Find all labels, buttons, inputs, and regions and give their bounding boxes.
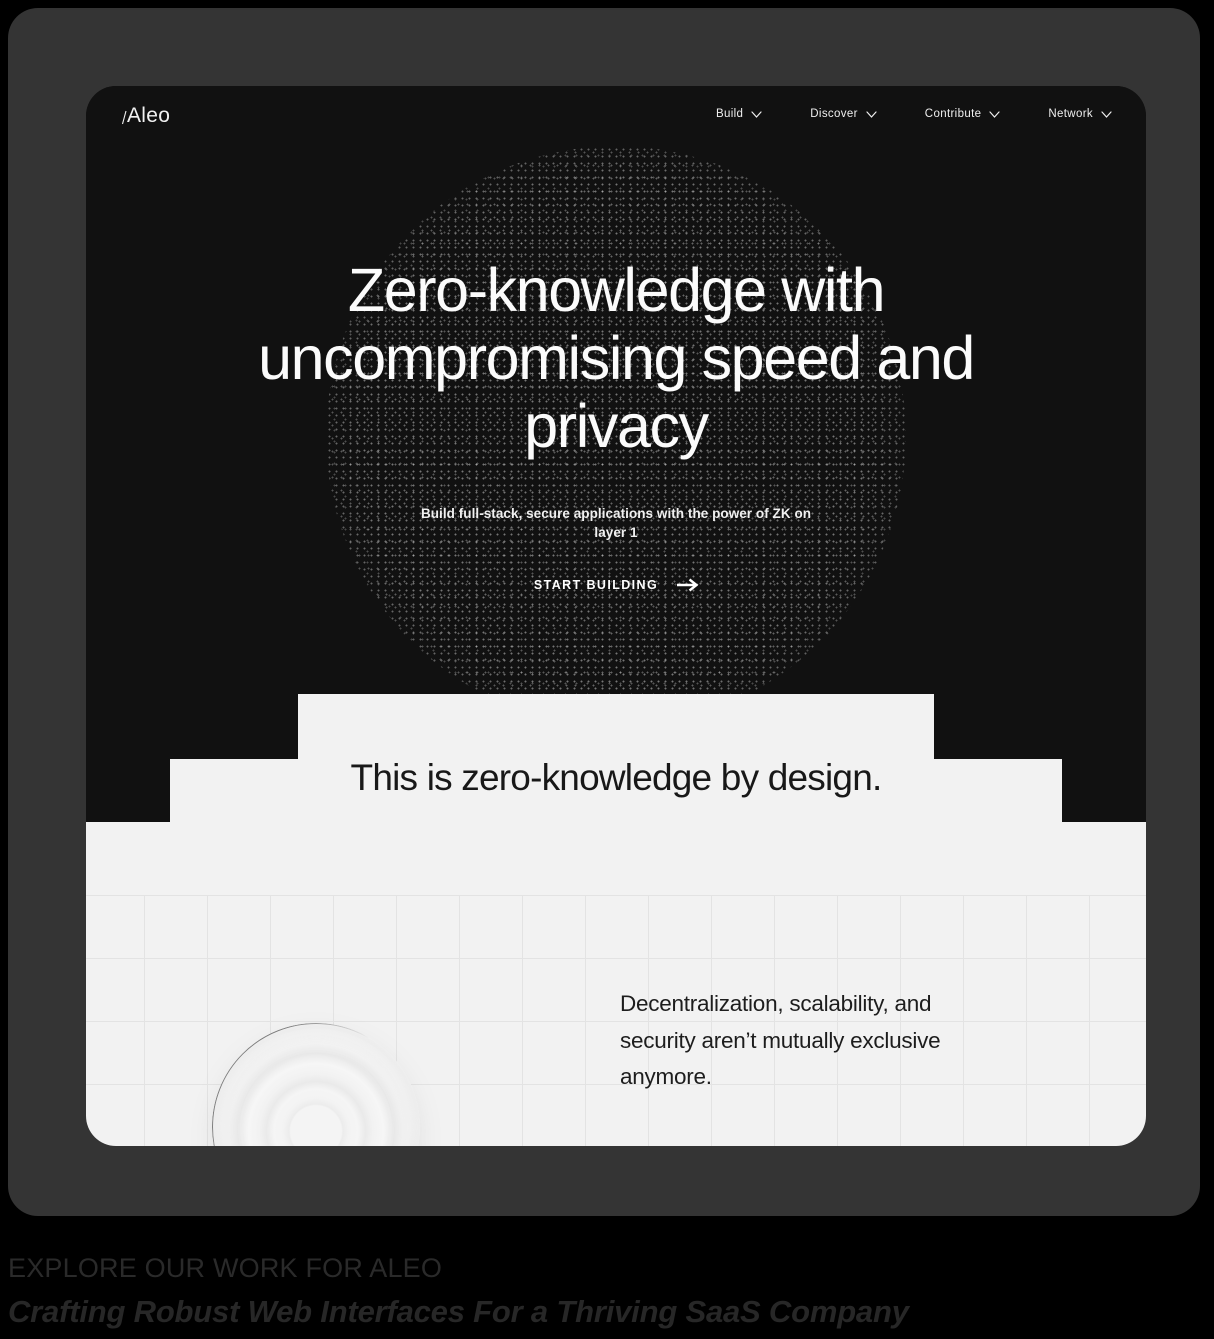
hero-headline: Zero-knowledge with uncompromising speed… <box>258 256 975 460</box>
arrow-right-icon <box>676 578 699 592</box>
site-navbar: Aleo Build Discover Contribute Network <box>86 86 1146 148</box>
caption-block: EXPLORE OUR WORK FOR ALEO Crafting Robus… <box>8 1252 1208 1331</box>
light-section-heading: This is zero-knowledge by design. <box>350 757 883 798</box>
nav-item-build[interactable]: Build <box>716 108 762 120</box>
nav-item-network-label: Network <box>1048 108 1093 120</box>
website-preview-panel: Aleo Build Discover Contribute Network Z… <box>86 86 1146 1146</box>
brand-name: Aleo <box>127 104 171 127</box>
hero-subheadline: Build full-stack, secure applications wi… <box>420 506 812 540</box>
light-step-top <box>298 694 934 760</box>
nav-item-discover[interactable]: Discover <box>810 108 877 120</box>
nav-item-discover-label: Discover <box>810 108 858 120</box>
start-building-button[interactable]: START BUILDING <box>533 578 699 592</box>
chevron-down-icon <box>866 110 877 118</box>
chevron-down-icon <box>751 110 762 118</box>
nav-item-network[interactable]: Network <box>1048 108 1112 120</box>
nav-links: Build Discover Contribute Network <box>716 108 1112 120</box>
caption-title: Crafting Robust Web Interfaces For a Thr… <box>8 1294 909 1329</box>
hero-content: Zero-knowledge with uncompromising speed… <box>86 86 1146 594</box>
chevron-down-icon <box>1101 110 1112 118</box>
chevron-down-icon <box>989 110 1000 118</box>
light-section-paragraph: Decentralization, scalability, and secur… <box>620 991 941 1089</box>
nav-item-contribute[interactable]: Contribute <box>925 108 1001 120</box>
start-building-label: START BUILDING <box>533 578 659 592</box>
aleo-slash-icon <box>122 110 127 125</box>
brand-logo[interactable]: Aleo <box>122 104 170 128</box>
caption-kicker: EXPLORE OUR WORK FOR ALEO <box>8 1253 443 1283</box>
device-frame: Aleo Build Discover Contribute Network Z… <box>8 8 1200 1216</box>
nav-item-build-label: Build <box>715 108 744 120</box>
concentric-disc-graphic <box>212 1023 420 1146</box>
nav-item-contribute-label: Contribute <box>924 108 982 120</box>
